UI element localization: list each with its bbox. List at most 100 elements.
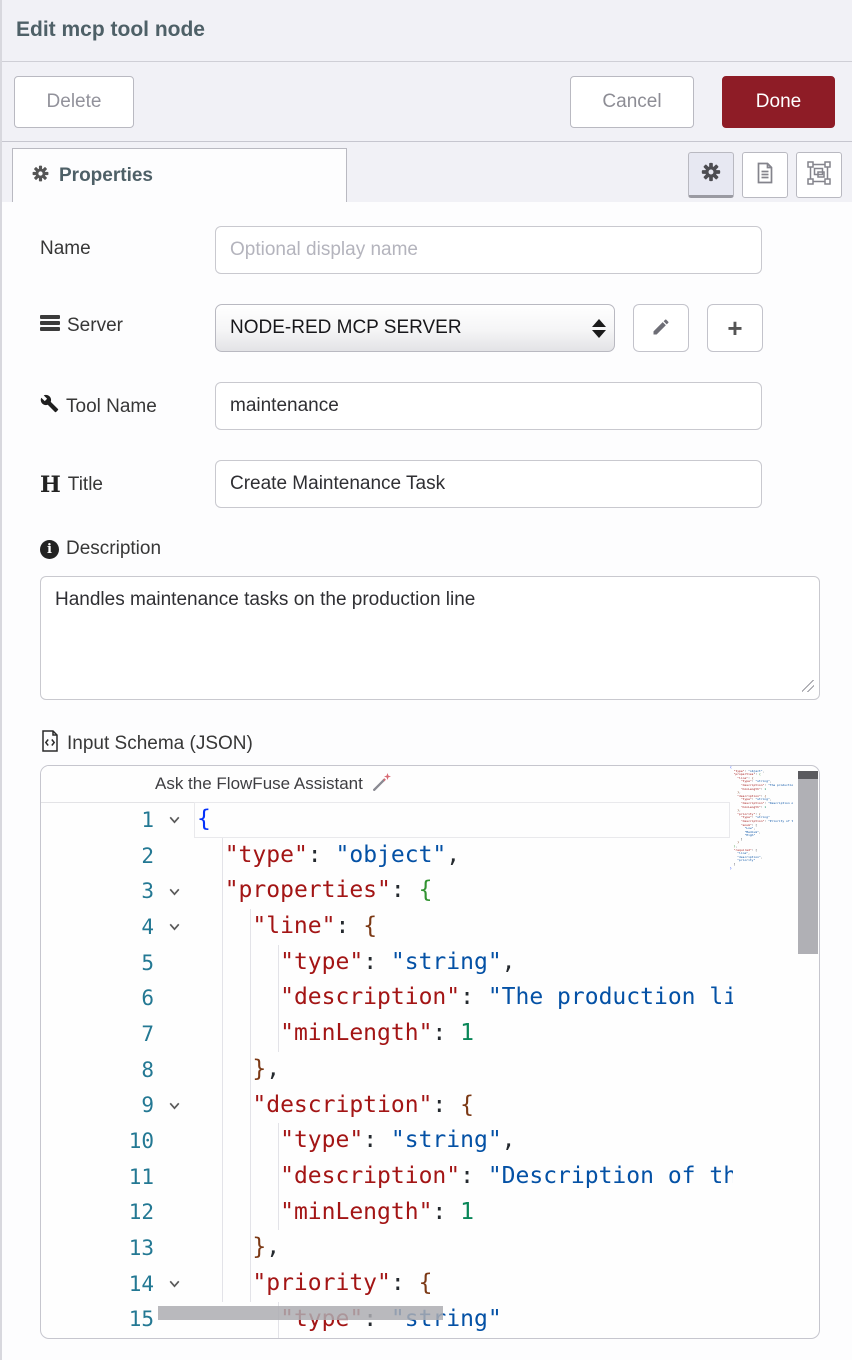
minimap[interactable]: { "type": "object", "properties": { "lin… <box>730 766 793 1338</box>
gutter-row: 6 <box>41 980 194 1016</box>
title-input[interactable] <box>215 460 762 508</box>
editor-gutter: 123456789101112131415 <box>41 802 194 1337</box>
code-line: "type": "object", <box>197 838 733 874</box>
line-number: 12 <box>41 1200 154 1224</box>
vertical-scrollbar-thumb[interactable] <box>798 779 818 954</box>
code-line: "line": { <box>197 909 733 945</box>
delete-button[interactable]: Delete <box>14 76 134 128</box>
line-number: 1 <box>41 808 154 832</box>
code-line: { <box>197 802 733 838</box>
pencil-icon <box>651 313 671 344</box>
server-icon <box>40 314 60 338</box>
appearance-icon <box>806 160 832 191</box>
minimap-overview-marker <box>798 771 818 779</box>
server-select-value: NODE-RED MCP SERVER <box>216 317 584 339</box>
server-select[interactable]: NODE-RED MCP SERVER <box>215 304 615 352</box>
properties-form: Name Server NODE-RED MCP SERVER <box>2 202 852 1360</box>
tool-name-label-row: Tool Name <box>40 394 157 419</box>
line-number: 10 <box>41 1129 154 1153</box>
description-panel-button[interactable] <box>742 152 788 198</box>
edit-server-button[interactable] <box>633 304 689 352</box>
line-number: 4 <box>41 915 154 939</box>
plus-icon: + <box>727 313 742 344</box>
gutter-row: 5 <box>41 945 194 981</box>
name-input[interactable] <box>215 226 762 274</box>
server-label: Server <box>67 315 123 337</box>
appearance-panel-button[interactable] <box>796 152 842 198</box>
select-arrows-icon <box>584 319 614 338</box>
info-icon: i <box>40 540 59 559</box>
gutter-row: 11 <box>41 1159 194 1195</box>
magic-wand-icon <box>371 771 393 798</box>
code-line: }, <box>197 1230 733 1266</box>
code-line: "minLength": 1 <box>197 1195 733 1231</box>
gear-icon <box>31 164 50 188</box>
code-line: "minLength": 1 <box>197 1016 733 1052</box>
json-editor[interactable]: Ask the FlowFuse Assistant 1234567891011… <box>40 765 820 1339</box>
add-server-button[interactable]: + <box>707 304 763 352</box>
horizontal-scrollbar-thumb[interactable] <box>158 1306 443 1320</box>
gutter-row: 9 <box>41 1088 194 1124</box>
gear-icon <box>700 161 722 188</box>
dialog-button-row: Delete Cancel Done <box>2 62 852 142</box>
description-label-row: i Description <box>40 538 161 560</box>
fold-chevron-icon[interactable] <box>154 812 194 827</box>
line-number: 7 <box>41 1022 154 1046</box>
gutter-row: 10 <box>41 1123 194 1159</box>
gutter-row: 13 <box>41 1230 194 1266</box>
code-line: "description": "Description of th <box>197 1159 733 1195</box>
code-line: }, <box>197 1052 733 1088</box>
schema-label: Input Schema (JSON) <box>67 733 253 755</box>
gutter-row: 14 <box>41 1266 194 1302</box>
cancel-button[interactable]: Cancel <box>570 76 694 128</box>
fold-chevron-icon[interactable] <box>154 884 194 899</box>
dialog-header: Edit mcp tool node <box>2 0 852 62</box>
gutter-row: 4 <box>41 909 194 945</box>
file-code-icon <box>40 730 60 758</box>
description-label: Description <box>66 538 161 560</box>
dialog-title: Edit mcp tool node <box>16 18 205 42</box>
gutter-row: 12 <box>41 1195 194 1231</box>
name-label-row: Name <box>40 238 91 260</box>
name-label: Name <box>40 238 91 260</box>
document-icon <box>753 161 777 190</box>
fold-chevron-icon[interactable] <box>154 919 194 934</box>
edit-node-dialog: Edit mcp tool node Delete Cancel Done Pr… <box>0 0 852 1360</box>
line-number: 11 <box>41 1165 154 1189</box>
line-number: 15 <box>41 1307 154 1331</box>
tool-name-label: Tool Name <box>66 396 157 418</box>
minimap-content: { "type": "object", "properties": { "lin… <box>730 766 793 870</box>
description-textarea[interactable] <box>40 576 820 700</box>
line-number: 13 <box>41 1236 154 1260</box>
tool-name-input[interactable] <box>215 382 762 430</box>
tab-properties[interactable]: Properties <box>12 148 347 202</box>
tab-bar: Properties <box>2 142 852 203</box>
code-line: "description": { <box>197 1088 733 1124</box>
assistant-label: Ask the FlowFuse Assistant <box>155 774 363 794</box>
line-number: 14 <box>41 1272 154 1296</box>
fold-chevron-icon[interactable] <box>154 1276 194 1291</box>
fold-chevron-icon[interactable] <box>154 1098 194 1113</box>
code-lines[interactable]: { "type": "object", "properties": { "lin… <box>194 802 733 1337</box>
code-line: "type": "string", <box>197 945 733 981</box>
code-line: "description": "The production li <box>197 980 733 1016</box>
heading-icon: H <box>40 472 61 498</box>
code-line: "properties": { <box>197 873 733 909</box>
gutter-row: 3 <box>41 873 194 909</box>
wrench-icon <box>40 394 59 419</box>
title-label-row: H Title <box>40 472 103 498</box>
line-number: 5 <box>41 951 154 975</box>
code-line: } <box>730 867 793 871</box>
done-button[interactable]: Done <box>722 76 835 128</box>
gutter-row: 1 <box>41 802 194 838</box>
title-label: Title <box>68 474 103 496</box>
properties-panel-button[interactable] <box>688 152 734 198</box>
line-number: 9 <box>41 1093 154 1117</box>
assistant-toolbar[interactable]: Ask the FlowFuse Assistant <box>41 766 728 803</box>
line-number: 2 <box>41 844 154 868</box>
gutter-row: 7 <box>41 1016 194 1052</box>
code-line: "priority": { <box>197 1266 733 1302</box>
line-number: 8 <box>41 1058 154 1082</box>
line-number: 3 <box>41 879 154 903</box>
tab-properties-label: Properties <box>59 165 153 187</box>
